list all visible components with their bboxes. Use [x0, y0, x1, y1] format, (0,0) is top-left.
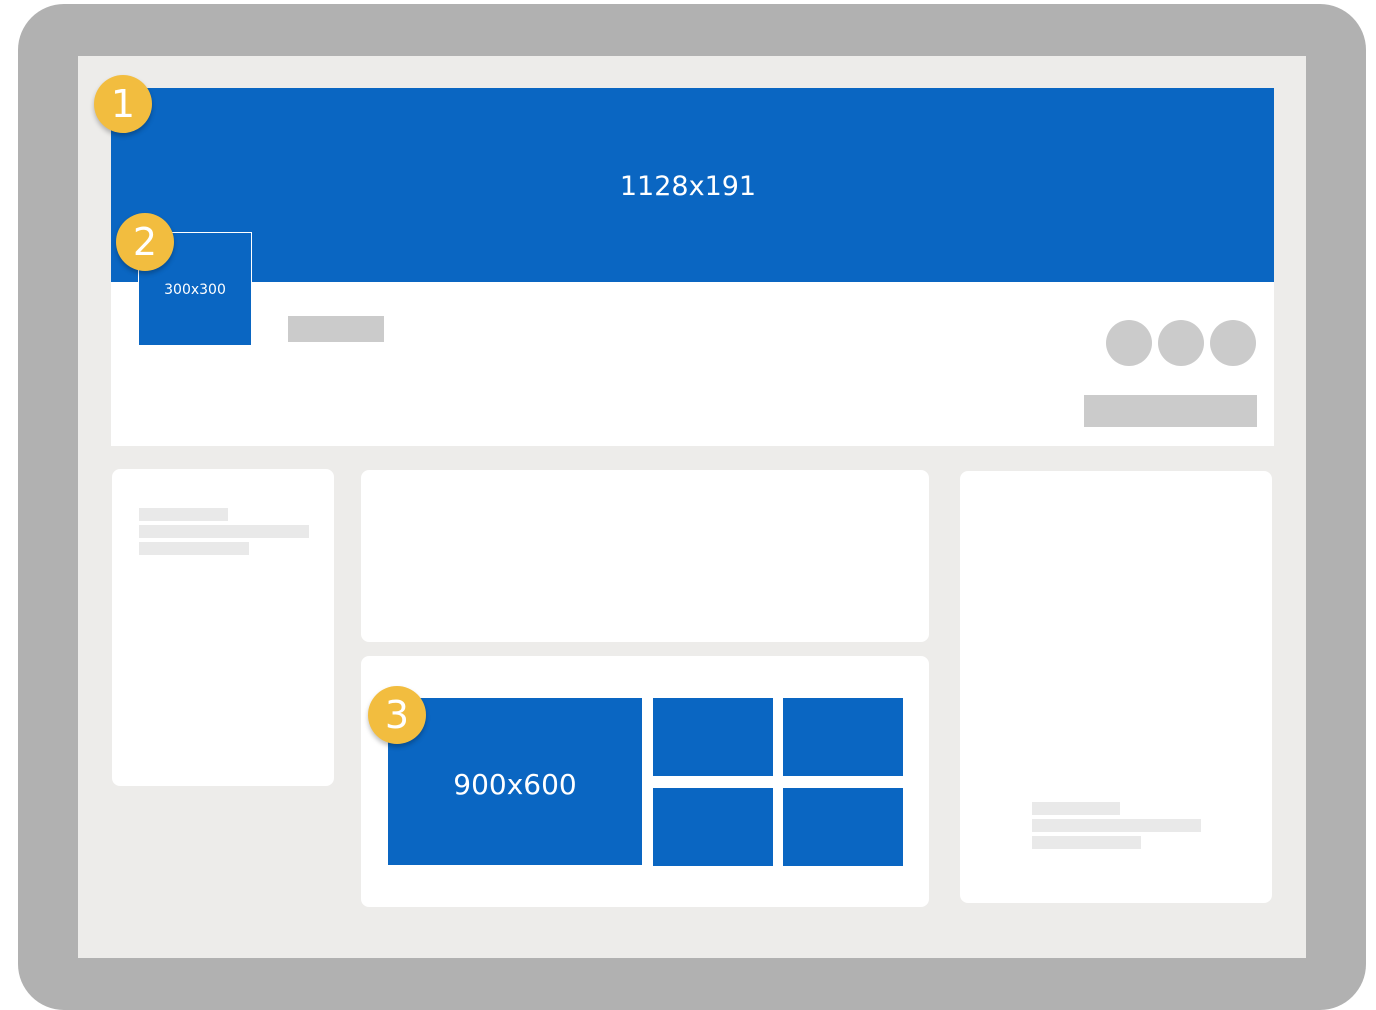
action-circle-icon: [1106, 320, 1152, 366]
text-line-placeholder: [139, 525, 309, 538]
text-line-placeholder: [1032, 836, 1141, 849]
profile-photo-size-label: 300x300: [164, 282, 226, 298]
action-circle-icon: [1210, 320, 1256, 366]
post-image-badge: 3: [368, 686, 426, 744]
post-image-thumbnail: [783, 788, 903, 866]
action-circle-icon: [1158, 320, 1204, 366]
cover-size-label: 1128x191: [619, 170, 757, 202]
text-line-placeholder: [139, 508, 228, 521]
cover-badge: 1: [94, 75, 152, 133]
text-line-placeholder: [139, 542, 249, 555]
name-placeholder: [288, 316, 384, 342]
post-image-thumbnail: [653, 788, 773, 866]
text-line-placeholder: [1032, 819, 1201, 832]
text-line-placeholder: [1032, 802, 1120, 815]
profile-photo-badge: 2: [116, 213, 174, 271]
post-image-thumbnail: [653, 698, 773, 776]
center-top-card: [361, 470, 929, 642]
post-image-thumbnail: [783, 698, 903, 776]
post-image-size-label: 900x600: [453, 767, 577, 801]
button-placeholder: [1084, 395, 1257, 427]
